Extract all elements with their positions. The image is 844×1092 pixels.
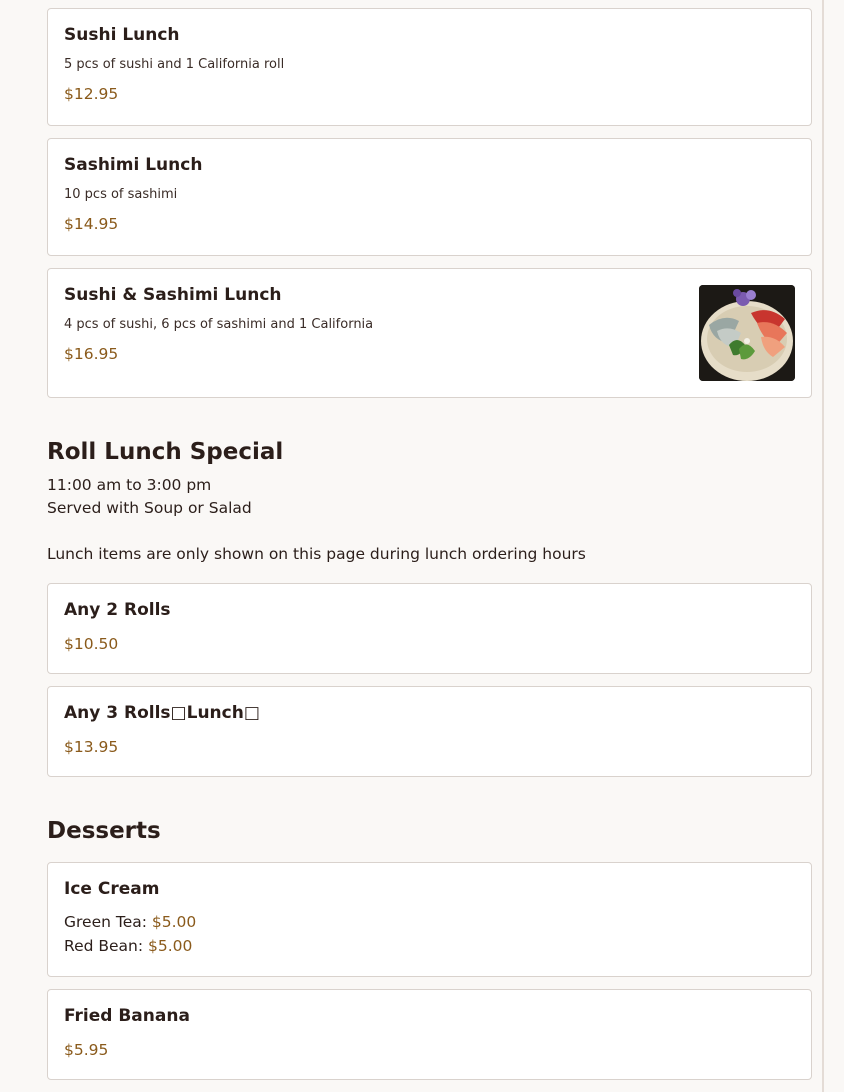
page-divider (822, 0, 824, 1092)
item-price: $16.95 (64, 345, 119, 363)
menu-item-sashimi-lunch[interactable]: Sashimi Lunch 10 pcs of sashimi $14.95 (47, 138, 812, 256)
menu-item-fried-banana[interactable]: Fried Banana $5.95 (47, 989, 812, 1080)
item-name: Sushi & Sashimi Lunch (64, 285, 282, 305)
lunch-hours-notice: Lunch items are only shown on this page … (47, 545, 586, 563)
menu-item-any-2-rolls[interactable]: Any 2 Rolls $10.50 (47, 583, 812, 674)
menu-item-any-3-rolls[interactable]: Any 3 Rolls□Lunch□ $13.95 (47, 686, 812, 777)
menu-item-sushi-sashimi-lunch[interactable]: Sushi & Sashimi Lunch 4 pcs of sushi, 6 … (47, 268, 812, 398)
option-red-bean: Red Bean: $5.00 (64, 934, 795, 958)
item-description: 4 pcs of sushi, 6 pcs of sashimi and 1 C… (64, 317, 374, 332)
option-green-tea: Green Tea: $5.00 (64, 910, 795, 934)
item-name: Sashimi Lunch (64, 155, 203, 175)
menu-item-ice-cream[interactable]: Ice Cream Green Tea: $5.00 Red Bean: $5.… (47, 862, 812, 977)
item-name: Any 2 Rolls (64, 600, 171, 620)
item-name: Fried Banana (64, 1006, 190, 1026)
item-options: Green Tea: $5.00 Red Bean: $5.00 (64, 910, 795, 958)
item-name: Ice Cream (64, 879, 160, 899)
item-price: $13.95 (64, 738, 119, 756)
option-label: Green Tea: (64, 913, 147, 931)
section-title-roll-lunch: Roll Lunch Special (47, 439, 284, 465)
option-price: $5.00 (151, 913, 197, 931)
sushi-sashimi-plate-photo-icon[interactable] (699, 285, 795, 381)
section-hours: 11:00 am to 3:00 pm (47, 476, 212, 494)
section-served-with: Served with Soup or Salad (47, 499, 252, 517)
item-description: 5 pcs of sushi and 1 California roll (64, 57, 285, 72)
menu-page: Sushi Lunch 5 pcs of sushi and 1 Califor… (0, 0, 844, 1092)
item-price: $14.95 (64, 215, 119, 233)
option-label: Red Bean: (64, 937, 144, 955)
item-price: $12.95 (64, 85, 119, 103)
item-name: Any 3 Rolls□Lunch□ (64, 703, 260, 723)
item-name: Sushi Lunch (64, 25, 180, 45)
item-price: $10.50 (64, 635, 119, 653)
section-title-desserts: Desserts (47, 818, 161, 844)
item-price: $5.95 (64, 1041, 109, 1059)
option-price: $5.00 (148, 937, 193, 955)
item-description: 10 pcs of sashimi (64, 187, 178, 202)
menu-item-sushi-lunch[interactable]: Sushi Lunch 5 pcs of sushi and 1 Califor… (47, 8, 812, 126)
